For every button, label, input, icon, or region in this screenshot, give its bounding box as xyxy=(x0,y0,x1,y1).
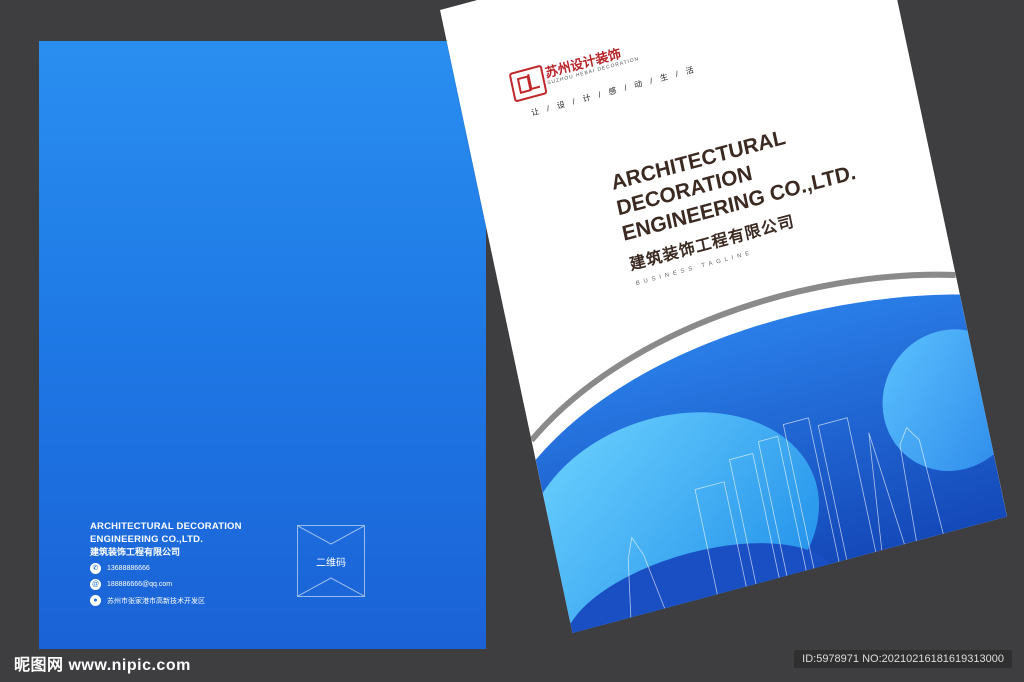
email-text: 188886666@qq.com xyxy=(107,581,173,588)
brand-seal-icon xyxy=(508,64,548,103)
company-en-line1: ARCHITECTURAL DECORATION xyxy=(90,521,242,532)
back-company-cn: 建筑装饰工程有限公司 xyxy=(90,547,181,557)
phone-text: 13688886666 xyxy=(107,565,150,572)
site-watermark-logo: 昵图网 www.nipic.com xyxy=(14,657,191,674)
address-text: 苏州市张家港市高新技术开发区 xyxy=(107,597,205,605)
contact-email: @ 188886666@qq.com xyxy=(90,579,172,590)
image-id-badge: ID:5978971 NO:20210216181619313000 xyxy=(794,650,1012,668)
qr-label: 二维码 xyxy=(316,558,346,569)
email-icon: @ xyxy=(90,579,101,590)
back-company-en: ARCHITECTURAL DECORATION ENGINEERING CO.… xyxy=(90,520,242,546)
contact-address: ● 苏州市张家港市高新技术开发区 xyxy=(90,595,205,606)
phone-icon: ✆ xyxy=(90,563,101,574)
qr-code-placeholder: 二维码 xyxy=(297,525,365,597)
cover-wave-artwork xyxy=(525,271,1008,634)
location-icon: ● xyxy=(90,595,101,606)
back-cover: ARCHITECTURAL DECORATION ENGINEERING CO.… xyxy=(39,41,486,649)
front-cover: 苏州设计装饰 SUZHOU HEBAI DECORATION 让 / 设 / 计… xyxy=(440,0,1008,634)
contact-phone: ✆ 13688886666 xyxy=(90,563,150,574)
